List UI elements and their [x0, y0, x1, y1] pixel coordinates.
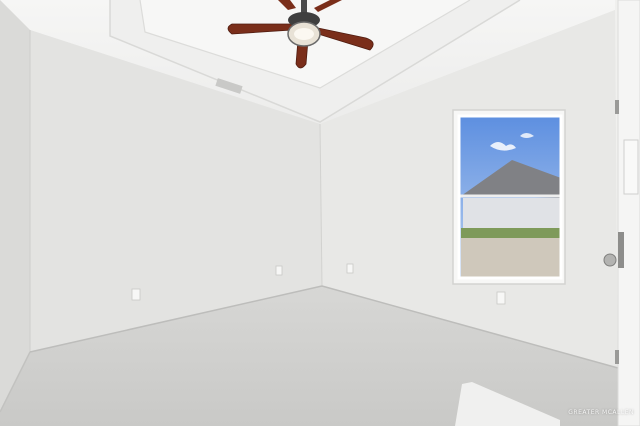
watermark-text: GREATER MCALLEN — [568, 409, 634, 416]
fan-downrod — [301, 0, 307, 14]
wall-outlet — [346, 263, 354, 274]
room-photo: GREATER MCALLEN — [0, 0, 640, 426]
house-wall — [463, 198, 561, 228]
window — [452, 109, 566, 285]
door-edge — [617, 0, 640, 426]
door-hinge — [615, 350, 619, 364]
wall-outlet — [275, 265, 283, 276]
wall-outlet — [131, 288, 141, 301]
door-hinge — [615, 100, 619, 114]
light-switch[interactable] — [623, 139, 639, 195]
room-illustration — [0, 0, 640, 426]
left-wall — [0, 0, 30, 412]
yard-dirt — [461, 238, 561, 278]
wall-outlet — [496, 291, 506, 305]
lawn — [461, 228, 561, 238]
